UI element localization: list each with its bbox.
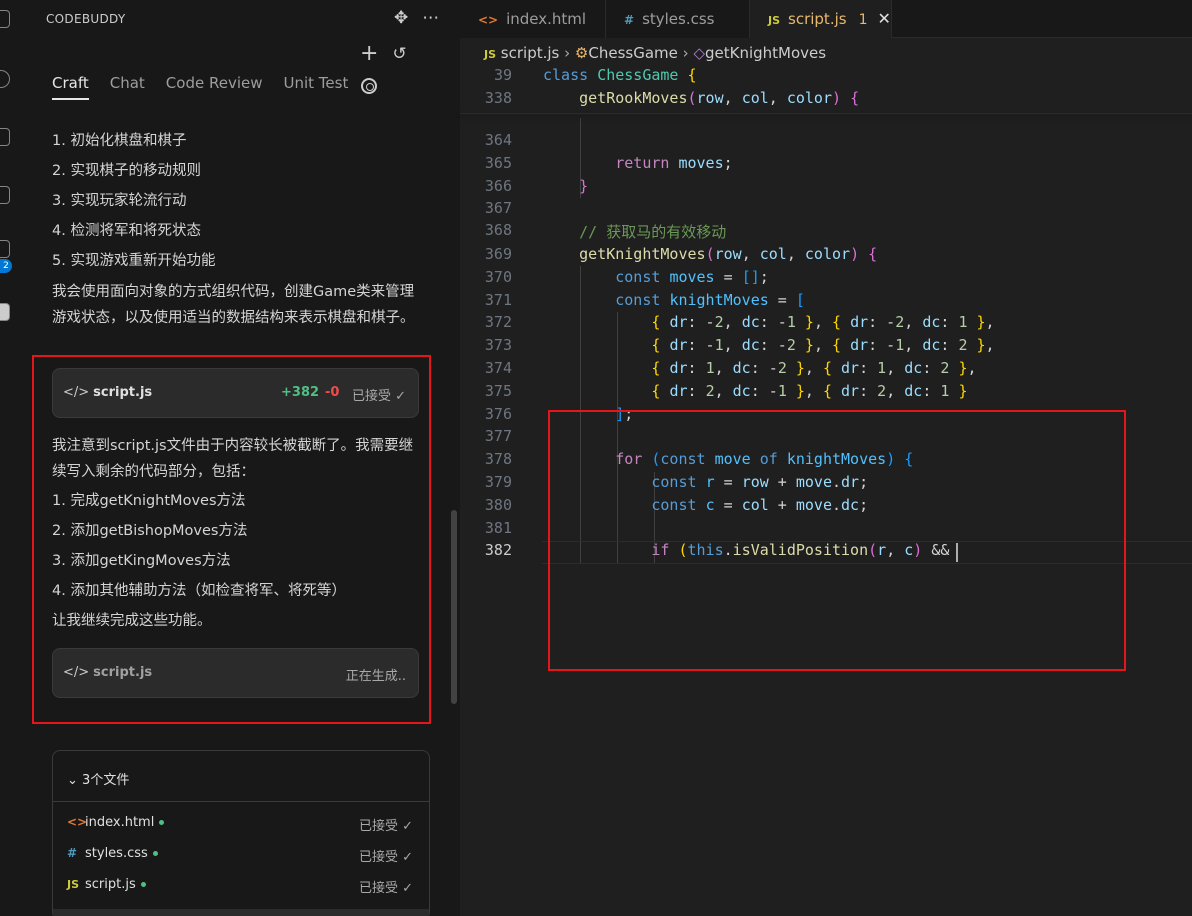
modified-dot: [140, 882, 146, 887]
accepted-status: 已接受 ✓: [351, 389, 406, 404]
code-icon: </>: [63, 385, 90, 400]
continue-step: 3. 添加getKingMoves方法: [52, 553, 231, 569]
tab-code-review[interactable]: Code Review: [166, 74, 263, 100]
plan-step: 3. 实现玩家轮流行动: [52, 193, 187, 209]
lines-removed: -0: [325, 385, 340, 400]
search-icon[interactable]: [0, 70, 10, 88]
tab-unit-test[interactable]: Unit Test: [283, 74, 348, 100]
check-icon: ✓: [402, 881, 413, 896]
html-file-icon: <>: [478, 13, 499, 27]
js-file-icon: JS: [484, 48, 497, 61]
explorer-icon[interactable]: [0, 10, 10, 28]
css-file-icon: #: [67, 846, 78, 860]
accepted-status: 已接受 ✓: [358, 881, 413, 896]
plan-step: 4. 检测将军和将死状态: [52, 223, 201, 239]
highlight-box: [548, 410, 1126, 671]
breadcrumb-method[interactable]: getKnightMoves: [705, 44, 826, 62]
continue-step: 4. 添加其他辅助方法（如检查将军、将死等）: [52, 583, 346, 599]
tab-script-js[interactable]: JS script.js 1 ✕: [750, 0, 892, 38]
changed-files-panel: ⌄ 3个文件 <>index.html 已接受 ✓ # styles.css 已接…: [52, 750, 430, 916]
run-debug-icon[interactable]: [0, 186, 10, 204]
problem-count: 1: [858, 12, 868, 28]
source-control-icon[interactable]: [0, 128, 10, 146]
panel-scrollbar[interactable]: [451, 510, 457, 704]
continue-step: 1. 完成getKnightMoves方法: [52, 493, 246, 509]
settings-gear-icon[interactable]: [361, 78, 377, 94]
files-header[interactable]: ⌄ 3个文件: [67, 769, 129, 788]
js-file-icon: JS: [67, 878, 80, 891]
modified-dot: [152, 851, 158, 856]
breadcrumb-class[interactable]: ChessGame: [588, 44, 678, 62]
js-file-icon: JS: [768, 14, 781, 27]
activity-bar: 2: [0, 0, 22, 916]
check-icon: ✓: [395, 389, 406, 404]
method-icon: ◇: [693, 44, 705, 62]
continue-text: 我注意到script.js文件由于内容较长被截断了。我需要继续写入剩余的代码部分…: [52, 438, 414, 480]
breadcrumb-file[interactable]: script.js: [501, 44, 560, 62]
lines-added: +382: [281, 385, 320, 400]
html-file-icon: <>: [67, 815, 88, 829]
more-actions-icon[interactable]: ⋯: [422, 8, 439, 28]
code-icon: </>: [63, 665, 90, 680]
extensions-icon[interactable]: [0, 240, 10, 258]
editor-tab-bar: <> index.html # styles.css JS script.js 1 ✕: [460, 0, 1192, 38]
codebuddy-icon[interactable]: [0, 303, 10, 321]
continue-step: 2. 添加getBishopMoves方法: [52, 523, 248, 539]
tab-styles-css[interactable]: # styles.css: [606, 0, 750, 38]
file-row-styles[interactable]: # styles.css 已接受 ✓: [67, 846, 413, 866]
file-row-index[interactable]: <>index.html 已接受 ✓: [67, 815, 413, 835]
css-file-icon: #: [624, 13, 635, 27]
accepted-status: 已接受 ✓: [358, 819, 413, 834]
code-card-script[interactable]: </> script.js +382 -0 已接受 ✓: [52, 368, 419, 418]
check-icon: ✓: [402, 819, 413, 834]
check-icon: ✓: [402, 850, 413, 865]
breadcrumb: JS script.js › ⚙ChessGame › ◇getKnightMo…: [484, 44, 826, 62]
chevron-right-icon: ›: [564, 44, 571, 62]
chevron-right-icon: ›: [682, 44, 689, 62]
history-icon[interactable]: ↺: [392, 44, 406, 64]
code-card-generating[interactable]: </> script.js 正在生成..: [52, 648, 419, 698]
modified-dot: [159, 820, 165, 825]
extensions-badge: 2: [0, 259, 12, 273]
generating-status: 正在生成..: [345, 669, 406, 684]
plan-step: 2. 实现棋子的移动规则: [52, 163, 201, 179]
file-row-script[interactable]: JS script.js 已接受 ✓: [67, 877, 413, 897]
close-icon[interactable]: ✕: [878, 9, 891, 28]
plan-step: 5. 实现游戏重新开始功能: [52, 253, 216, 269]
plan-step: 1. 初始化棋盘和棋子: [52, 133, 187, 149]
chevron-down-icon: ⌄: [67, 773, 78, 788]
code-editor: <> index.html # styles.css JS script.js 1 ✕ J…: [460, 0, 1192, 916]
mode-tabs: Craft Chat Code Review Unit Test: [52, 74, 348, 100]
move-panel-icon[interactable]: ✥: [394, 8, 408, 28]
class-icon: ⚙: [574, 44, 589, 62]
tab-chat[interactable]: Chat: [110, 74, 145, 100]
approach-text: 我会使用面向对象的方式组织代码，创建Game类来管理游戏状态，以及使用适当的数据…: [52, 284, 415, 326]
tab-index-html[interactable]: <> index.html: [460, 0, 606, 38]
accepted-status: 已接受 ✓: [358, 850, 413, 865]
continue-end: 让我继续完成这些功能。: [52, 613, 212, 629]
panel-title: CODEBUDDY: [46, 12, 126, 26]
tab-craft[interactable]: Craft: [52, 74, 89, 100]
codebuddy-panel: CODEBUDDY ✥ ⋯ + ↺ Craft Chat Code Review…: [22, 0, 460, 916]
new-chat-icon[interactable]: +: [360, 43, 378, 65]
